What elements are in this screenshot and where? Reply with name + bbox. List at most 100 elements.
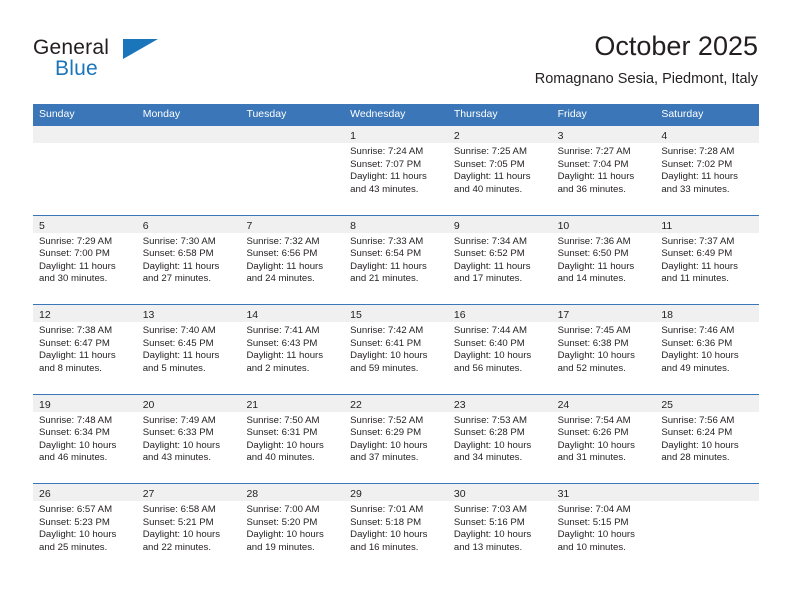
daylight-text-line1: Daylight: 11 hours: [142, 260, 220, 272]
day-cell[interactable]: 1 Sunrise: 7:24 AM Sunset: 7:07 PM Dayli…: [344, 126, 448, 215]
sunrise-text: Sunrise: 7:48 AM: [39, 414, 113, 426]
sunrise-text: Sunrise: 7:53 AM: [453, 414, 527, 426]
day-cell[interactable]: 29 Sunrise: 7:01 AM Sunset: 5:18 PM Dayl…: [344, 484, 448, 573]
sunset-text: Sunset: 6:29 PM: [350, 427, 422, 439]
sunrise-text: Sunrise: 7:41 AM: [246, 325, 320, 336]
sunset-text: Sunset: 7:07 PM: [350, 158, 422, 170]
day-cell[interactable]: 27 Sunrise: 6:58 AM Sunset: 5:21 PM Dayl…: [136, 484, 241, 573]
day-details: Sunrise: 7:53 AM Sunset: 6:28 PM Dayligh…: [448, 412, 552, 465]
daylight-text-line2: and 59 minutes.: [350, 362, 419, 374]
day-cell[interactable]: 11 Sunrise: 7:37 AM Sunset: 6:49 PM Dayl…: [655, 215, 760, 305]
sunset-text: Sunset: 6:49 PM: [661, 248, 733, 260]
day-details: Sunrise: 7:25 AM Sunset: 7:05 PM Dayligh…: [448, 143, 552, 196]
weekday-header-wednesday: Wednesday: [350, 108, 406, 120]
sunrise-text: Sunrise: 7:03 AM: [453, 504, 527, 515]
sunrise-text: Sunrise: 7:30 AM: [142, 235, 216, 247]
day-number: 3: [557, 130, 564, 142]
daylight-text-line1: Daylight: 11 hours: [350, 260, 427, 272]
sunset-text: Sunset: 5:15 PM: [557, 516, 629, 528]
day-details: Sunrise: 7:33 AM Sunset: 6:54 PM Dayligh…: [344, 233, 448, 286]
day-cell[interactable]: 21 Sunrise: 7:50 AM Sunset: 6:31 PM Dayl…: [240, 394, 345, 484]
day-cell[interactable]: 4 Sunrise: 7:28 AM Sunset: 7:02 PM Dayli…: [655, 126, 760, 215]
day-cell[interactable]: 23 Sunrise: 7:53 AM Sunset: 6:28 PM Dayl…: [447, 394, 552, 484]
day-number-band: 8: [344, 215, 448, 233]
day-cell[interactable]: 17 Sunrise: 7:45 AM Sunset: 6:38 PM Dayl…: [551, 305, 656, 394]
day-cell[interactable]: 18 Sunrise: 7:46 AM Sunset: 6:36 PM Dayl…: [655, 305, 760, 394]
sunset-text: Sunset: 6:43 PM: [246, 337, 318, 349]
daylight-text-line1: Daylight: 10 hours: [557, 529, 635, 541]
day-cell[interactable]: 15 Sunrise: 7:42 AM Sunset: 6:41 PM Dayl…: [344, 305, 448, 394]
daylight-text-line1: Daylight: 11 hours: [39, 260, 116, 272]
daylight-text-line2: and 28 minutes.: [661, 452, 730, 464]
day-cell[interactable]: 7 Sunrise: 7:32 AM Sunset: 6:56 PM Dayli…: [240, 215, 345, 305]
week-row: 1 Sunrise: 7:24 AM Sunset: 7:07 PM Dayli…: [33, 125, 760, 215]
day-number: 8: [350, 219, 356, 232]
daylight-text-line1: Daylight: 10 hours: [246, 439, 324, 451]
day-cell[interactable]: 14 Sunrise: 7:41 AM Sunset: 6:43 PM Dayl…: [240, 305, 345, 394]
daylight-text-line2: and 24 minutes.: [246, 273, 315, 285]
day-cell[interactable]: 3 Sunrise: 7:27 AM Sunset: 7:04 PM Dayli…: [551, 126, 656, 215]
day-cell[interactable]: 2 Sunrise: 7:25 AM Sunset: 7:05 PM Dayli…: [447, 126, 552, 215]
day-cell[interactable]: 26 Sunrise: 6:57 AM Sunset: 5:23 PM Dayl…: [33, 484, 137, 573]
day-details: Sunrise: 7:41 AM Sunset: 6:43 PM Dayligh…: [240, 322, 344, 375]
day-cell[interactable]: 16 Sunrise: 7:44 AM Sunset: 6:40 PM Dayl…: [447, 305, 552, 394]
sunset-text: Sunset: 6:36 PM: [661, 337, 733, 349]
day-cell[interactable]: 20 Sunrise: 7:49 AM Sunset: 6:33 PM Dayl…: [136, 394, 241, 484]
day-number-band: [240, 126, 345, 143]
day-cell[interactable]: 13 Sunrise: 7:40 AM Sunset: 6:45 PM Dayl…: [136, 305, 241, 394]
daylight-text-line1: Daylight: 11 hours: [661, 171, 738, 183]
day-cell[interactable]: 31 Sunrise: 7:04 AM Sunset: 5:15 PM Dayl…: [551, 484, 656, 573]
sunrise-text: Sunrise: 7:29 AM: [39, 235, 113, 247]
day-cell[interactable]: 28 Sunrise: 7:00 AM Sunset: 5:20 PM Dayl…: [240, 484, 345, 573]
daylight-text-line1: Daylight: 10 hours: [350, 350, 428, 362]
day-details: Sunrise: 7:54 AM Sunset: 6:26 PM Dayligh…: [552, 412, 656, 465]
day-cell[interactable]: 6 Sunrise: 7:30 AM Sunset: 6:58 PM Dayli…: [136, 215, 241, 305]
day-cell[interactable]: [33, 126, 137, 215]
day-cell[interactable]: 19 Sunrise: 7:48 AM Sunset: 6:34 PM Dayl…: [33, 394, 137, 484]
day-number-band: [136, 126, 241, 143]
day-cell[interactable]: [136, 126, 241, 215]
sunrise-text: Sunrise: 7:27 AM: [557, 146, 631, 157]
day-details: Sunrise: 7:30 AM Sunset: 6:58 PM Dayligh…: [137, 233, 241, 286]
sunset-text: Sunset: 6:38 PM: [557, 337, 629, 349]
sunset-text: Sunset: 6:41 PM: [350, 337, 422, 349]
day-cell[interactable]: 24 Sunrise: 7:54 AM Sunset: 6:26 PM Dayl…: [551, 394, 656, 484]
daylight-text-line1: Daylight: 10 hours: [350, 439, 428, 451]
daylight-text-line1: Daylight: 10 hours: [453, 350, 532, 362]
daylight-text-line1: Daylight: 10 hours: [557, 350, 635, 362]
day-cell[interactable]: 22 Sunrise: 7:52 AM Sunset: 6:29 PM Dayl…: [344, 394, 448, 484]
daylight-text-line1: Daylight: 11 hours: [246, 260, 324, 272]
day-number-band: 21: [240, 394, 345, 412]
daylight-text-line1: Daylight: 11 hours: [661, 260, 738, 272]
daylight-text-line1: Daylight: 11 hours: [142, 350, 220, 362]
day-number: 13: [142, 309, 155, 321]
day-number-band: 25: [655, 394, 760, 412]
day-cell[interactable]: [655, 484, 760, 573]
daylight-text-line1: Daylight: 10 hours: [557, 439, 635, 451]
day-cell[interactable]: 30 Sunrise: 7:03 AM Sunset: 5:16 PM Dayl…: [447, 484, 552, 573]
day-cell[interactable]: 8 Sunrise: 7:33 AM Sunset: 6:54 PM Dayli…: [344, 215, 448, 305]
daylight-text-line2: and 30 minutes.: [39, 273, 108, 285]
day-cell[interactable]: [240, 126, 345, 215]
calendar-page: General Blue October 2025 Romagnano Sesi…: [0, 0, 792, 612]
day-cell[interactable]: 10 Sunrise: 7:36 AM Sunset: 6:50 PM Dayl…: [551, 215, 656, 305]
day-number: 10: [557, 219, 570, 232]
day-details: Sunrise: 7:36 AM Sunset: 6:50 PM Dayligh…: [552, 233, 656, 286]
sunset-text: Sunset: 6:45 PM: [142, 337, 214, 349]
sunrise-text: Sunrise: 6:57 AM: [39, 504, 113, 515]
day-details: Sunrise: 7:24 AM Sunset: 7:07 PM Dayligh…: [344, 143, 448, 196]
day-number-band: 7: [240, 215, 345, 233]
sunset-text: Sunset: 6:54 PM: [350, 248, 422, 260]
day-cell[interactable]: 9 Sunrise: 7:34 AM Sunset: 6:52 PM Dayli…: [447, 215, 552, 305]
day-cell[interactable]: 25 Sunrise: 7:56 AM Sunset: 6:24 PM Dayl…: [655, 394, 760, 484]
sunrise-text: Sunrise: 7:45 AM: [557, 325, 631, 336]
week-row: 12 Sunrise: 7:38 AM Sunset: 6:47 PM Dayl…: [33, 304, 760, 394]
day-details: Sunrise: 6:57 AM Sunset: 5:23 PM Dayligh…: [33, 501, 137, 554]
day-number-band: 29: [344, 484, 448, 501]
day-cell[interactable]: 5 Sunrise: 7:29 AM Sunset: 7:00 PM Dayli…: [33, 215, 137, 305]
day-cell[interactable]: 12 Sunrise: 7:38 AM Sunset: 6:47 PM Dayl…: [33, 305, 137, 394]
daylight-text-line2: and 14 minutes.: [557, 273, 626, 285]
day-details: Sunrise: 7:32 AM Sunset: 6:56 PM Dayligh…: [240, 233, 344, 286]
sunset-text: Sunset: 6:52 PM: [453, 248, 525, 260]
day-number: 31: [557, 488, 570, 500]
